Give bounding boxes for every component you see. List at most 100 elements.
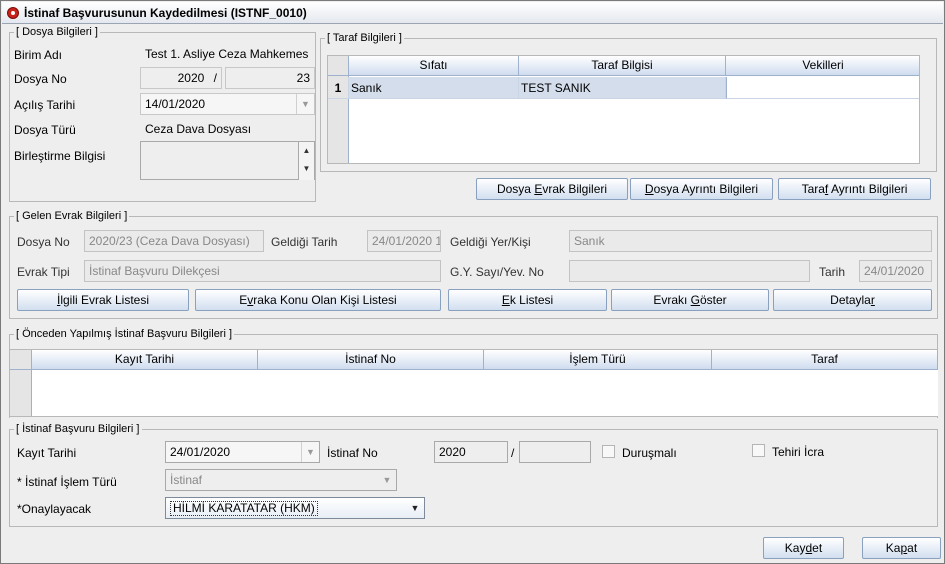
btn-text: Kay — [784, 541, 806, 555]
birlestirme-spinner[interactable]: ▲ ▼ — [298, 142, 314, 180]
chevron-down-icon[interactable]: ▼ — [406, 498, 424, 518]
evrak-tipi-field: İstinaf Başvuru Dilekçesi — [84, 260, 441, 282]
chevron-down-icon[interactable]: ▼ — [301, 442, 319, 462]
main-window: İstinaf Başvurusunun Kaydedilmesi (ISTNF… — [0, 0, 945, 564]
dosya-evrak-bilgileri-button[interactable]: Dosya Evrak Bilgileri — [476, 178, 628, 200]
islem-turu-label: * İstinaf İşlem Türü — [17, 475, 117, 489]
taraf-table: Sıfatı Taraf Bilgisi Vekilleri 1 Sanık T… — [327, 55, 920, 164]
btn-mnemonic: D — [644, 182, 654, 196]
acilis-tarihi-value: 14/01/2020 — [145, 97, 206, 111]
kaydet-button[interactable]: Kaydet — [763, 537, 844, 559]
col-taraf[interactable]: Taraf — [712, 350, 938, 370]
gy-sayi-label: G.Y. Sayı/Yev. No — [450, 265, 544, 279]
btn-mnemonic: r — [870, 293, 875, 307]
detaylar-button[interactable]: Detaylar — [773, 289, 932, 311]
islem-turu-value: İstinaf — [170, 473, 203, 487]
dosya-no-separator: / — [213, 71, 217, 85]
istinaf-no-separator: / — [511, 446, 515, 460]
spin-down-icon[interactable]: ▼ — [299, 160, 314, 178]
cell-sifati[interactable]: Sanık — [349, 77, 519, 99]
kapat-button[interactable]: Kapat — [862, 537, 941, 559]
geldigi-yer-label: Geldiği Yer/Kişi — [450, 235, 531, 249]
btn-text: Ka — [885, 541, 901, 555]
chevron-down-icon[interactable]: ▼ — [296, 94, 314, 114]
onceki-basvuru-title: [ Önceden Yapılmış İstinaf Başvuru Bilgi… — [14, 327, 235, 341]
col-sifati[interactable]: Sıfatı — [349, 56, 519, 76]
btn-text: osya Ayrıntı Bilgileri — [653, 182, 759, 196]
spin-up-icon[interactable]: ▲ — [299, 142, 314, 160]
btn-mnemonic: E — [501, 293, 510, 307]
cell-vekilleri[interactable] — [726, 77, 919, 99]
dosya-turu-label: Dosya Türü — [14, 123, 76, 137]
dosya-no-year: 2020 — [177, 71, 205, 85]
durusmali-label: Duruşmalı — [622, 446, 677, 460]
gelen-evrak-title: [ Gelen Evrak Bilgileri ] — [14, 209, 130, 223]
kayit-tarihi-value: 24/01/2020 — [170, 445, 231, 459]
row-number[interactable]: 1 — [328, 77, 349, 99]
col-taraf-bilgisi[interactable]: Taraf Bilgisi — [519, 56, 726, 76]
tarih-label: Tarih — [819, 265, 846, 279]
btn-text: lgili Evrak Listesi — [60, 293, 150, 307]
durusmali-checkbox[interactable] — [602, 445, 615, 458]
btn-text: at — [907, 541, 918, 555]
birlestirme-field[interactable] — [140, 141, 315, 180]
col-vekilleri[interactable]: Vekilleri — [726, 56, 919, 76]
cell-taraf-bilgisi[interactable]: TEST SANIK — [519, 77, 726, 99]
taraf-bilgileri-title: [ Taraf Bilgileri ] — [325, 31, 404, 45]
tehiri-icra-label: Tehiri İcra — [772, 445, 825, 459]
acilis-tarihi-label: Açılış Tarihi — [14, 98, 76, 112]
btn-text: k Listesi — [509, 293, 554, 307]
table-corner — [328, 56, 349, 76]
evraka-konu-olan-kisi-listesi-button[interactable]: Evraka Konu Olan Kişi Listesi — [195, 289, 441, 311]
col-kayit-tarihi[interactable]: Kayıt Tarihi — [32, 350, 258, 370]
onaylayacak-label: *Onaylayacak — [17, 502, 92, 516]
dosya-no-num-field: 23 — [225, 67, 315, 89]
dosya-bilgileri-title: [ Dosya Bilgileri ] — [14, 25, 100, 39]
btn-text: Evrakı — [653, 293, 691, 307]
table-corner — [10, 350, 32, 370]
btn-text: Dosya — [496, 182, 535, 196]
col-islem-turu[interactable]: İşlem Türü — [484, 350, 712, 370]
col-istinaf-no[interactable]: İstinaf No — [258, 350, 484, 370]
acilis-tarihi-combo[interactable]: 14/01/2020 ▼ — [140, 93, 315, 115]
gy-sayi-field — [569, 260, 810, 282]
btn-mnemonic: G — [690, 293, 700, 307]
istinaf-basvuru-title: [ İstinaf Başvuru Bilgileri ] — [14, 422, 142, 436]
btn-text: Ayrıntı Bilgileri — [828, 182, 908, 196]
islem-turu-combo[interactable]: İstinaf ▼ — [165, 469, 397, 491]
evraki-goster-button[interactable]: Evrakı Göster — [611, 289, 769, 311]
gelen-dosya-no-field: 2020/23 (Ceza Dava Dosyası) — [84, 230, 264, 252]
onaylayacak-value: HİLMİ KARATATAR (HKM) — [170, 501, 318, 516]
chevron-down-icon[interactable]: ▼ — [378, 470, 396, 490]
btn-text: öster — [700, 293, 727, 307]
taraf-ayrinti-bilgileri-button[interactable]: Taraf Ayrıntı Bilgileri — [778, 178, 931, 200]
dosya-ayrinti-bilgileri-button[interactable]: Dosya Ayrıntı Bilgileri — [630, 178, 773, 200]
title-bar: İstinaf Başvurusunun Kaydedilmesi (ISTNF… — [2, 2, 943, 24]
istinaf-no-num-field[interactable] — [519, 441, 591, 463]
geldigi-tarih-label: Geldiği Tarih — [271, 235, 338, 249]
dosya-no-label: Dosya No — [14, 72, 67, 86]
row-header-column — [10, 370, 32, 416]
onceki-basvuru-table: Kayıt Tarihi İstinaf No İşlem Türü Taraf — [10, 349, 938, 417]
btn-text: vrak Bilgileri — [542, 182, 608, 196]
tehiri-icra-checkbox[interactable] — [752, 444, 765, 457]
kayit-tarihi-combo[interactable]: 24/01/2020 ▼ — [165, 441, 320, 463]
btn-text: Tara — [801, 182, 825, 196]
ilgili-evrak-listesi-button[interactable]: İlgili Evrak Listesi — [17, 289, 189, 311]
btn-text: et — [812, 541, 823, 555]
onaylayacak-combo[interactable]: HİLMİ KARATATAR (HKM) ▼ — [165, 497, 425, 519]
btn-text: raka Konu Olan Kişi Listesi — [253, 293, 397, 307]
gelen-dosya-no-label: Dosya No — [17, 235, 70, 249]
tarih-field: 24/01/2020 — [859, 260, 932, 282]
evrak-tipi-label: Evrak Tipi — [17, 265, 70, 279]
dosya-no-year-field: 2020 / — [140, 67, 222, 89]
ek-listesi-button[interactable]: Ek Listesi — [448, 289, 607, 311]
istinaf-no-year-field[interactable]: 2020 — [434, 441, 508, 463]
birim-adi-field: Test 1. Asliye Ceza Mahkemesi — [140, 43, 310, 65]
geldigi-yer-field: Sanık — [569, 230, 932, 252]
app-logo-icon — [7, 7, 19, 19]
window-title: İstinaf Başvurusunun Kaydedilmesi (ISTNF… — [24, 6, 307, 20]
birlestirme-label: Birleştirme Bilgisi — [14, 149, 106, 163]
birim-adi-label: Birim Adı — [14, 48, 63, 62]
dosya-turu-field: Ceza Dava Dosyası — [140, 118, 310, 140]
